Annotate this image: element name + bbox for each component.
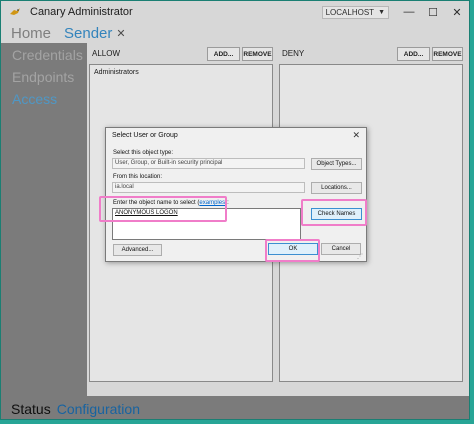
locations-button[interactable]: Locations... [311, 182, 362, 194]
host-label: LOCALHOST [325, 7, 375, 17]
maximize-button[interactable]: ☐ [421, 1, 445, 23]
advanced-button[interactable]: Advanced... [113, 244, 162, 256]
object-type-label: Select this object type: [113, 150, 174, 156]
cancel-button[interactable]: Cancel [321, 243, 361, 255]
sidebar: Credentials Endpoints Access [1, 43, 87, 396]
highlight-ok [265, 239, 320, 262]
configuration-tab[interactable]: Configuration [57, 401, 140, 417]
nav-home-link[interactable]: Home [11, 25, 51, 42]
highlight-check-names [301, 199, 367, 226]
location-field: ia.local [112, 182, 305, 193]
minimize-button[interactable]: — [397, 1, 421, 23]
allow-remove-button[interactable]: REMOVE [242, 47, 273, 61]
highlight-enter-name [99, 196, 227, 222]
canary-bird-icon [10, 8, 20, 15]
resize-grip-icon[interactable]: ⋰ [357, 253, 363, 260]
status-bar: Status Configuration [1, 396, 469, 419]
allow-label: ALLOW [92, 49, 121, 58]
select-user-dialog: Select User or Group ✕ [105, 127, 367, 262]
breadcrumb: Home Sender ✕ [1, 23, 469, 43]
dialog-title: Select User or Group [112, 132, 178, 139]
location-label: From this location: [113, 174, 163, 180]
deny-add-button[interactable]: ADD... [397, 47, 430, 61]
status-tab[interactable]: Status [11, 401, 51, 417]
chevron-down-icon: ▼ [378, 8, 385, 16]
object-types-button[interactable]: Object Types... [311, 158, 362, 170]
deny-label: DENY [282, 49, 305, 58]
close-icon[interactable]: ✕ [352, 130, 360, 141]
list-item[interactable]: Administrators [94, 69, 139, 76]
object-type-field: User, Group, or Built-in security princi… [112, 158, 305, 169]
deny-remove-button[interactable]: REMOVE [432, 47, 463, 61]
sidebar-item-access[interactable]: Access [12, 91, 57, 107]
allow-add-button[interactable]: ADD... [207, 47, 240, 61]
sidebar-item-credentials[interactable]: Credentials [12, 47, 83, 63]
sidebar-item-endpoints[interactable]: Endpoints [12, 69, 74, 85]
app-title: Canary Administrator [30, 6, 133, 18]
nav-sender-tab[interactable]: Sender [64, 25, 112, 42]
host-selector[interactable]: LOCALHOST ▼ [321, 5, 389, 19]
title-bar: Canary Administrator LOCALHOST ▼ — ☐ ✕ [1, 1, 469, 23]
close-tab-icon[interactable]: ✕ [116, 27, 125, 40]
close-window-button[interactable]: ✕ [445, 1, 469, 23]
